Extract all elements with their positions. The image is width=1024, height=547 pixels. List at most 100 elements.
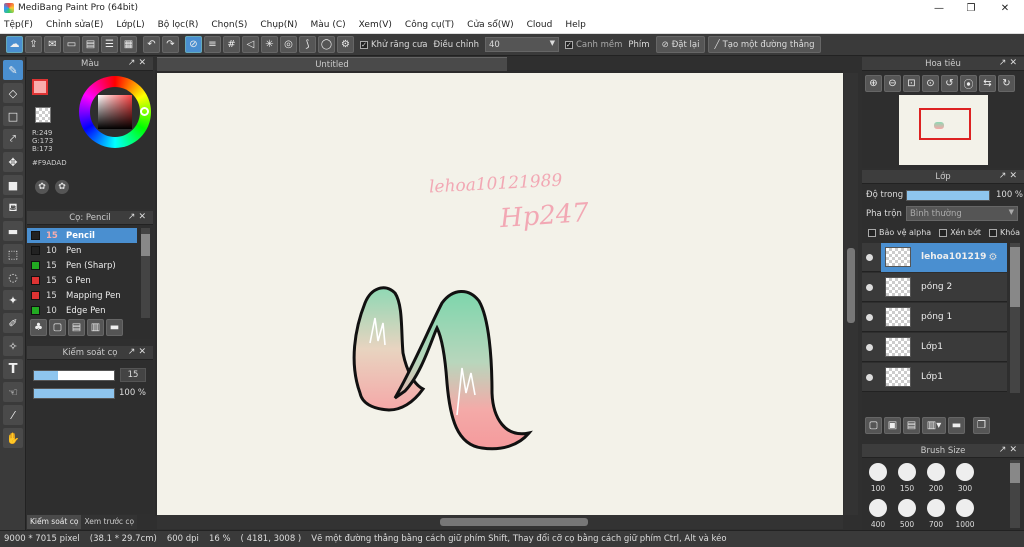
brush-list-scrollbar[interactable] bbox=[141, 228, 150, 318]
brush-size-value[interactable]: 15 bbox=[120, 368, 146, 382]
transparent-swatch[interactable] bbox=[35, 107, 51, 123]
menu-file[interactable]: Tệp(F) bbox=[4, 20, 33, 30]
eyedropper-tool-icon[interactable]: ⁄ bbox=[3, 405, 23, 425]
menu-snap[interactable]: Chụp(N) bbox=[260, 20, 297, 30]
table-row[interactable]: lehoa101219 ⚙ bbox=[862, 242, 1007, 272]
zoom-in-icon[interactable]: ⊕ bbox=[865, 75, 882, 92]
operation-tool-icon[interactable]: ☜ bbox=[3, 382, 23, 402]
gear-icon[interactable]: ⚙ bbox=[988, 252, 997, 263]
list-icon[interactable]: ☰ bbox=[101, 36, 118, 53]
tab-brush-control[interactable]: Kiểm soát cọ bbox=[27, 515, 82, 529]
clip-checkbox[interactable] bbox=[939, 228, 948, 237]
reset-button[interactable]: ⊘ Đặt lại bbox=[655, 36, 706, 53]
tab-brush-preview[interactable]: Xem trước cọ bbox=[81, 515, 138, 529]
table-row[interactable]: póng 1 bbox=[862, 303, 1007, 332]
fit-icon[interactable]: ⊡ bbox=[903, 75, 920, 92]
menu-view[interactable]: Xem(V) bbox=[359, 20, 392, 30]
menu-select[interactable]: Chọn(S) bbox=[211, 20, 247, 30]
navigator-preview[interactable] bbox=[899, 95, 988, 165]
brush-size-150[interactable]: 150 bbox=[893, 463, 921, 493]
primary-color-swatch[interactable] bbox=[32, 79, 48, 95]
flip-icon[interactable]: ⇆ bbox=[979, 75, 996, 92]
brush-file-icon[interactable]: ▥ bbox=[87, 319, 104, 336]
new-layer-icon[interactable]: ▢ bbox=[865, 417, 882, 434]
document-icon[interactable]: ▤ bbox=[82, 36, 99, 53]
fill-rect-tool-icon[interactable]: ■ bbox=[3, 175, 23, 195]
eye-icon[interactable] bbox=[866, 373, 873, 381]
brush-size-300[interactable]: 300 bbox=[951, 463, 979, 493]
brush-opacity-slider[interactable] bbox=[33, 388, 115, 399]
menu-edit[interactable]: Chỉnh sửa(E) bbox=[46, 20, 103, 30]
list-item[interactable]: 10 Edge Pen bbox=[27, 303, 137, 318]
hue-marker[interactable] bbox=[140, 107, 149, 116]
select-tool-icon[interactable]: ⬚ bbox=[3, 244, 23, 264]
drawing-canvas[interactable]: lehoa10121989 Hp247 bbox=[157, 73, 843, 515]
blend-select[interactable]: Bình thường ▼ bbox=[906, 206, 1018, 221]
magic-wand-tool-icon[interactable]: ✦ bbox=[3, 290, 23, 310]
grid-icon[interactable]: ▦ bbox=[120, 36, 137, 53]
layer-add-menu-icon[interactable]: ▥▾ bbox=[922, 417, 946, 434]
rotate-right-icon[interactable]: ↻ bbox=[998, 75, 1015, 92]
new-brush-icon[interactable]: ▢ bbox=[49, 319, 66, 336]
brush-size-scrollbar[interactable] bbox=[1010, 460, 1020, 528]
list-item[interactable]: 15 Pencil ⚙ bbox=[27, 228, 151, 243]
table-row[interactable]: Lớp1 bbox=[862, 363, 1007, 392]
add-brush-icon[interactable]: ♣ bbox=[30, 319, 47, 336]
brush-size-slider[interactable] bbox=[33, 370, 115, 381]
color-wheel[interactable] bbox=[79, 76, 151, 148]
list-item[interactable]: 15 Pen (Sharp) bbox=[27, 258, 137, 273]
palette-icon[interactable]: ✿ bbox=[35, 180, 49, 194]
text-tool-icon[interactable]: T bbox=[3, 359, 23, 379]
hand-tool-icon[interactable]: ✋ bbox=[3, 428, 23, 448]
menu-window[interactable]: Cửa sổ(W) bbox=[467, 20, 513, 30]
table-row[interactable]: Lớp1 bbox=[862, 333, 1007, 362]
lock-checkbox[interactable] bbox=[988, 228, 997, 237]
close-button[interactable]: ✕ bbox=[990, 0, 1020, 16]
ellipse-snap-icon[interactable]: ◯ bbox=[318, 36, 335, 53]
eye-icon[interactable] bbox=[866, 253, 873, 261]
menu-tools[interactable]: Công cụ(T) bbox=[405, 20, 454, 30]
brush-size-700[interactable]: 700 bbox=[922, 499, 950, 529]
parallel-snap-icon[interactable]: ≡ bbox=[204, 36, 221, 53]
new-8bit-layer-icon[interactable]: ▤ bbox=[903, 417, 920, 434]
rotate-left-icon[interactable]: ↺ bbox=[941, 75, 958, 92]
bucket-tool-icon[interactable]: ⛾ bbox=[3, 198, 23, 218]
list-item[interactable]: 15 G Pen bbox=[27, 273, 137, 288]
brush-tool-icon[interactable]: ✎ bbox=[3, 60, 23, 80]
list-item[interactable]: 15 Mapping Pen bbox=[27, 288, 137, 303]
rotate-reset-icon[interactable]: ⦿ bbox=[960, 75, 977, 92]
minimize-button[interactable]: — bbox=[924, 0, 954, 16]
list-item[interactable]: 10 Pen bbox=[27, 243, 137, 258]
straight-line-button[interactable]: ╱ Tạo một đường thẳng bbox=[708, 36, 821, 53]
select-eraser-tool-icon[interactable]: ✧ bbox=[3, 336, 23, 356]
panel-close-icon[interactable]: ↗✕ bbox=[128, 212, 149, 222]
brush-menu-icon[interactable]: ▤ bbox=[68, 319, 85, 336]
undo-icon[interactable]: ↶ bbox=[143, 36, 160, 53]
palette-edit-icon[interactable]: ✿ bbox=[55, 180, 69, 194]
brush-size-500[interactable]: 500 bbox=[893, 499, 921, 529]
snap-checkbox[interactable]: ✓ bbox=[564, 40, 573, 49]
select-pen-tool-icon[interactable]: ✐ bbox=[3, 313, 23, 333]
brush-size-1000[interactable]: 1000 bbox=[951, 499, 979, 529]
panel-close-icon[interactable]: ↗✕ bbox=[999, 58, 1020, 68]
move-tool-icon[interactable]: ✥ bbox=[3, 152, 23, 172]
new-halftone-layer-icon[interactable]: ▣ bbox=[884, 417, 901, 434]
cross-snap-icon[interactable]: # bbox=[223, 36, 240, 53]
duplicate-layer-icon[interactable]: ❐ bbox=[973, 417, 990, 434]
lasso-tool-icon[interactable]: ◌ bbox=[3, 267, 23, 287]
layer-list-scrollbar[interactable] bbox=[1010, 243, 1020, 393]
layer-opacity-slider[interactable] bbox=[906, 190, 990, 201]
redo-icon[interactable]: ↷ bbox=[162, 36, 179, 53]
viewport-rect[interactable] bbox=[919, 108, 971, 140]
saturation-square[interactable] bbox=[98, 95, 132, 129]
panel-close-icon[interactable]: ↗✕ bbox=[128, 58, 149, 68]
menu-cloud[interactable]: Cloud bbox=[527, 20, 553, 30]
snap-off-icon[interactable]: ⊘ bbox=[185, 36, 202, 53]
menu-layer[interactable]: Lớp(L) bbox=[116, 20, 144, 30]
folder-icon[interactable]: ▬ bbox=[106, 319, 123, 336]
menu-color[interactable]: Màu (C) bbox=[311, 20, 346, 30]
document-tab[interactable]: Untitled bbox=[157, 57, 507, 71]
panel-close-icon[interactable]: ↗✕ bbox=[999, 171, 1020, 181]
vanish-snap-icon[interactable]: ◁ bbox=[242, 36, 259, 53]
snap-settings-icon[interactable]: ⚙ bbox=[337, 36, 354, 53]
